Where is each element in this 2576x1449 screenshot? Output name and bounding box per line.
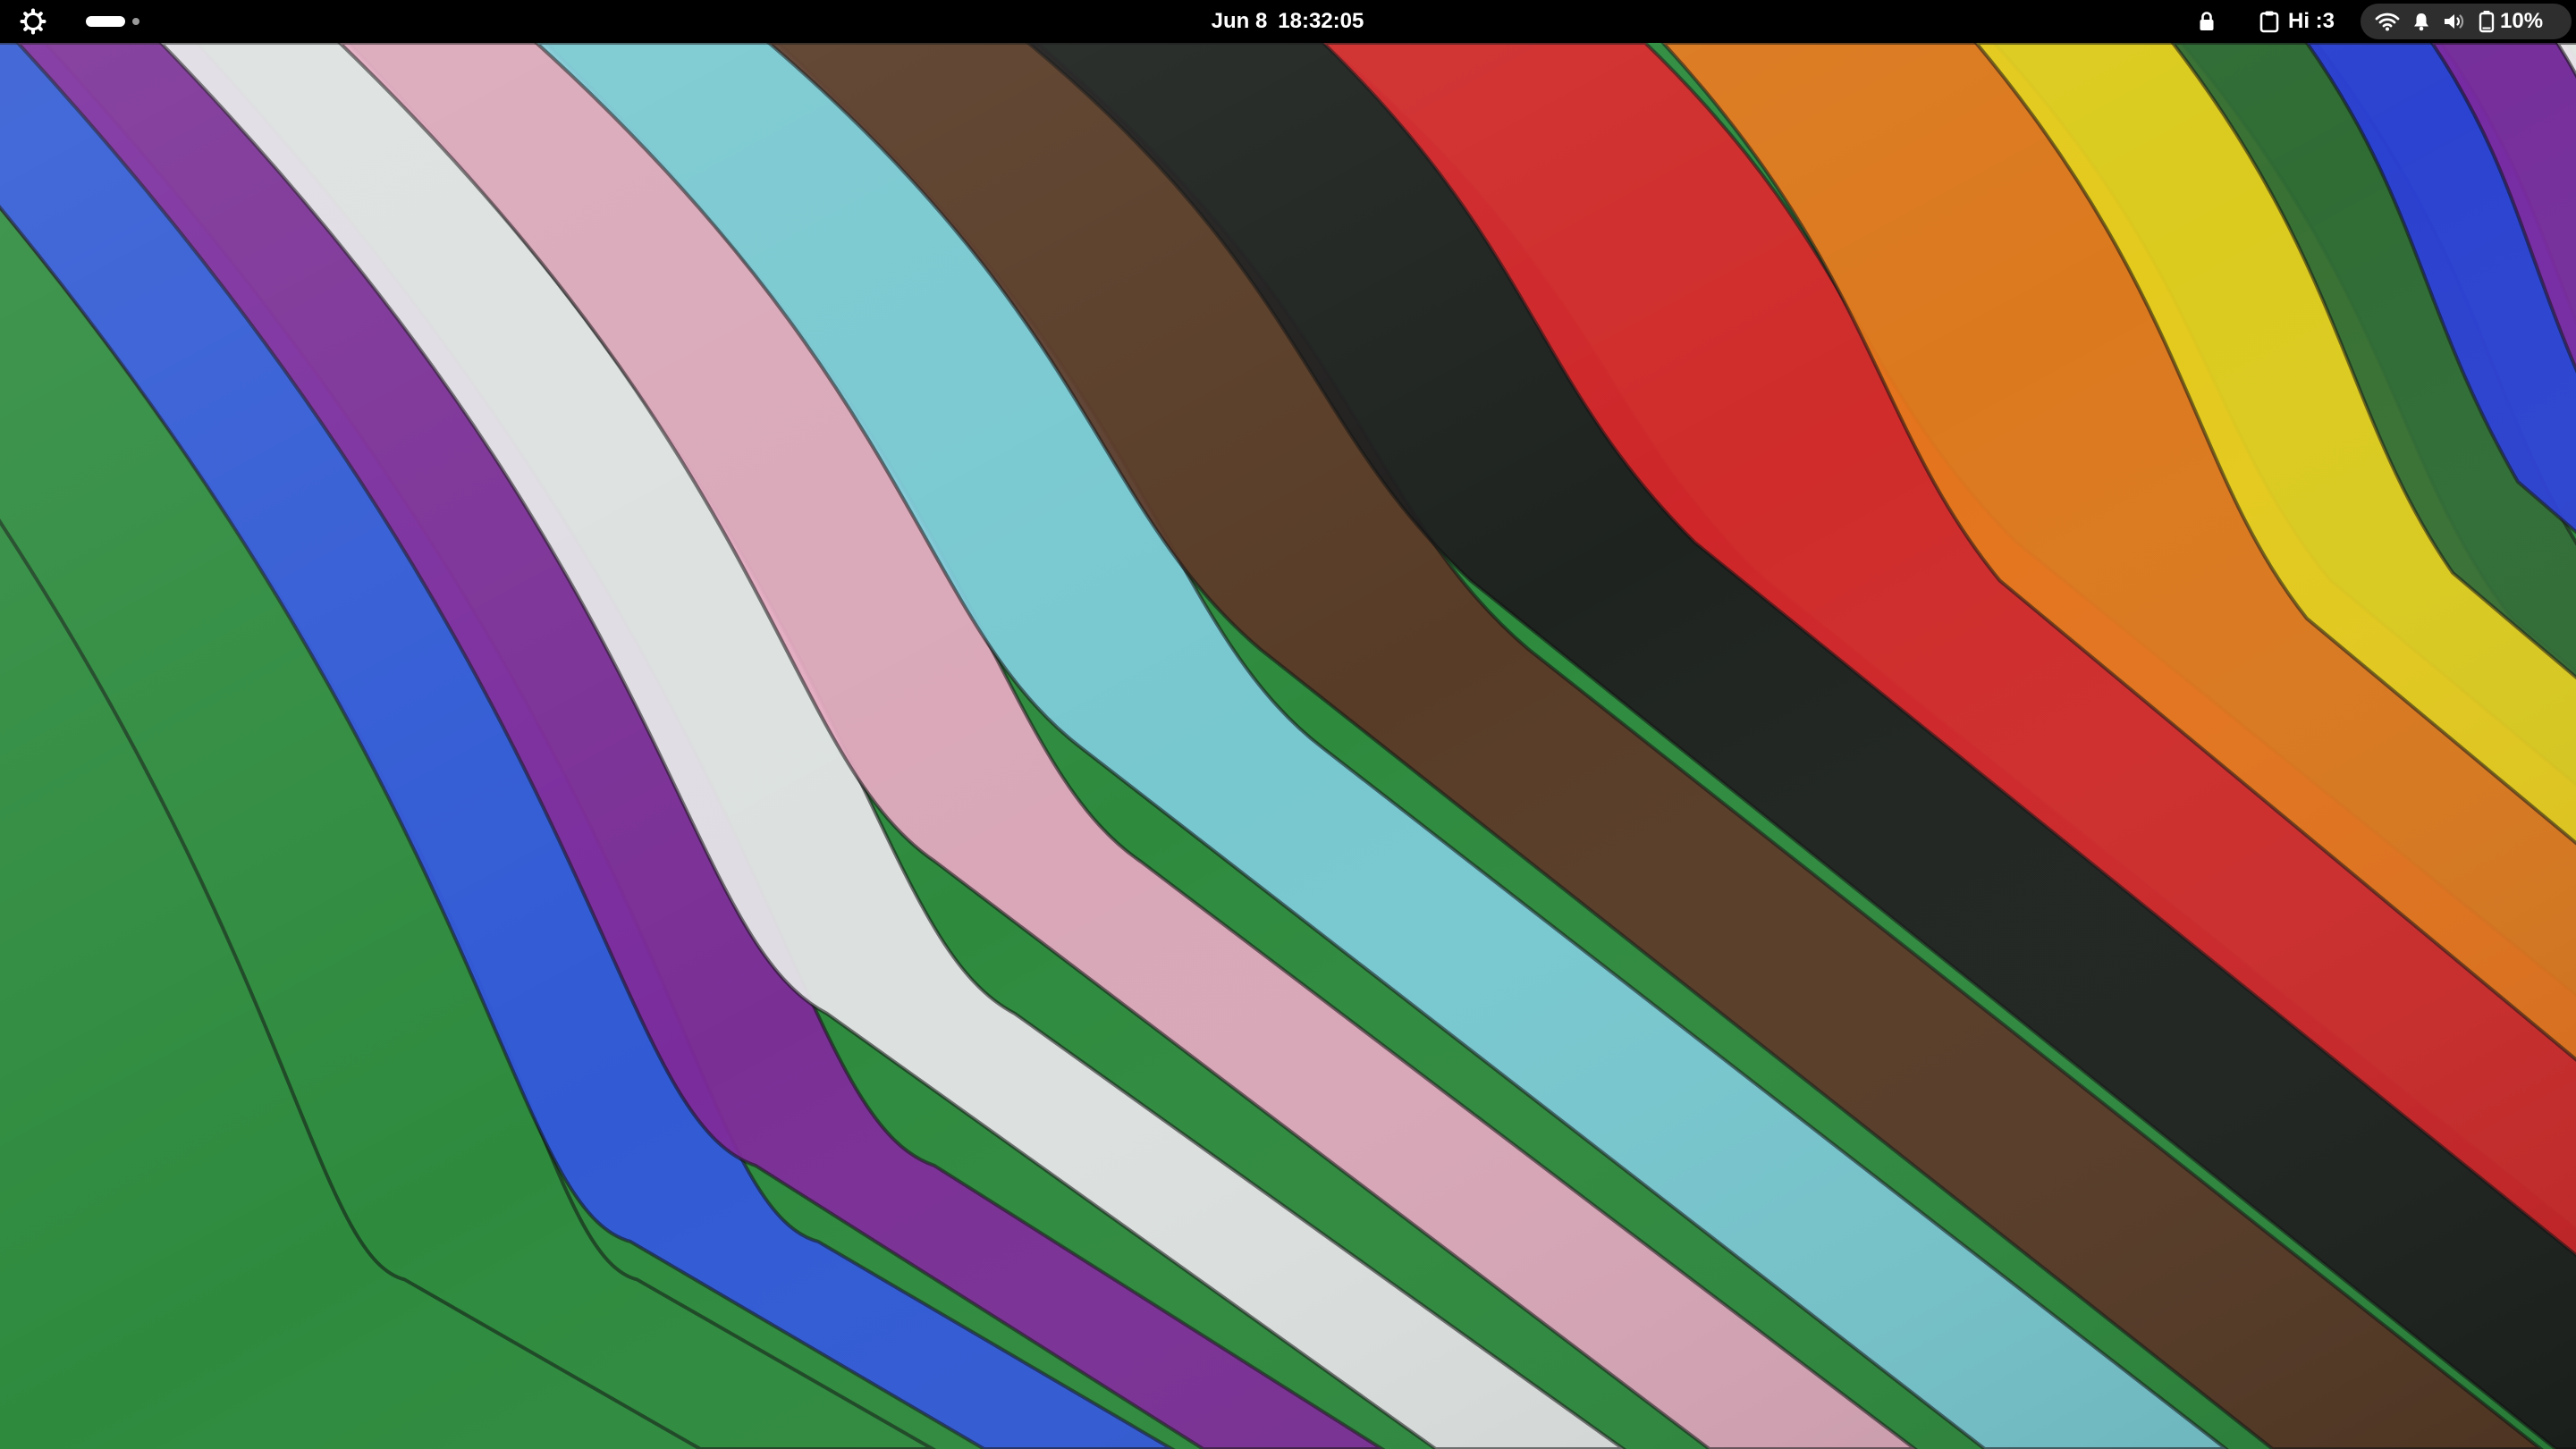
gear-icon: [20, 8, 46, 35]
bell-icon: [2414, 13, 2428, 31]
workspace-active-pill[interactable]: [86, 16, 125, 27]
lock-icon: [2200, 12, 2214, 30]
workspace-indicator[interactable]: [77, 0, 148, 43]
desktop: Jun 8 18:32:05 Hi :3 10%: [0, 0, 2576, 1449]
speaker-icon: [2445, 14, 2464, 29]
clipboard-text: Hi :3: [2287, 9, 2335, 33]
wifi-indicator: [2375, 12, 2400, 31]
battery-icon: [2479, 11, 2495, 33]
battery-percent: 10%: [2500, 9, 2544, 33]
battery-indicator: 10%: [2479, 9, 2543, 34]
desktop-wallpaper: [0, 43, 2576, 1449]
notification-indicator: [2412, 12, 2430, 31]
clipboard-indicator[interactable]: Hi :3: [2244, 0, 2350, 43]
activities-button[interactable]: [9, 0, 57, 43]
system-status-menu[interactable]: 10%: [2361, 4, 2572, 39]
clock-button[interactable]: Jun 8 18:32:05: [1198, 0, 1377, 43]
top-bar: Jun 8 18:32:05 Hi :3 10%: [0, 0, 2576, 43]
clock-time: 18:32:05: [1278, 9, 1364, 33]
volume-indicator: [2443, 12, 2466, 31]
clipboard-icon: [2259, 11, 2279, 33]
screen-lock-indicator[interactable]: [2189, 0, 2225, 43]
workspace-dot[interactable]: [132, 18, 139, 25]
clock-date: Jun 8: [1211, 9, 1268, 33]
wifi-icon: [2375, 13, 2400, 31]
